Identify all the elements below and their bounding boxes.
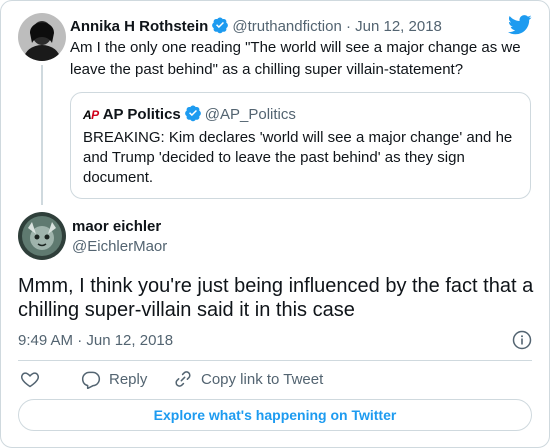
reply-bubble-icon [81,369,101,389]
reply-timestamp[interactable]: 9:49 AM · Jun 12, 2018 [18,331,173,351]
quoted-tweet[interactable]: AP AP Politics @AP_Politics BREAKING: Kim … [70,92,531,199]
ap-logo-letter-a: A [83,108,92,122]
explore-twitter-button[interactable]: Explore what's happening on Twitter [18,399,532,431]
reply-author-avatar[interactable] [18,212,66,260]
quoted-tweet-text: BREAKING: Kim declares 'world will see a… [83,129,513,186]
tweet-embed-card: Annika H Rothstein @truthandfiction · Jun… [0,0,550,448]
header-separator: · [345,18,351,35]
copy-link-button[interactable]: Copy link to Tweet [165,369,323,389]
reply-author-handle[interactable]: @EichlerMaor [72,237,167,257]
ap-logo-letter-p: P [91,108,99,122]
quoted-author-handle: @AP_Politics [204,106,296,123]
quoted-author-name: AP Politics [102,106,181,123]
parent-tweet-date[interactable]: Jun 12, 2018 [355,18,442,35]
parent-author-name[interactable]: Annika H Rothstein [70,18,208,35]
copy-link-label: Copy link to Tweet [201,370,324,388]
link-icon [173,369,193,389]
parent-tweet-text: Am I the only one reading "The world wil… [70,39,521,78]
parent-author-avatar[interactable] [18,13,66,61]
reply-button-label: Reply [109,370,148,388]
verified-badge-icon [184,104,202,128]
info-icon[interactable] [512,330,532,355]
reply-author-name[interactable]: maor eichler [72,217,161,237]
quoted-tweet-header: AP AP Politics @AP_Politics [83,104,296,128]
reply-button[interactable]: Reply [73,369,147,389]
ap-logo-icon: AP [83,105,99,125]
like-button[interactable] [20,369,40,389]
parent-author-handle[interactable]: @truthandfiction [232,18,341,35]
thread-connector-line [41,65,43,205]
actions-divider [18,360,532,361]
reply-tweet-text: Mmm, I think you're just being influence… [18,275,534,321]
heart-icon [20,369,40,389]
